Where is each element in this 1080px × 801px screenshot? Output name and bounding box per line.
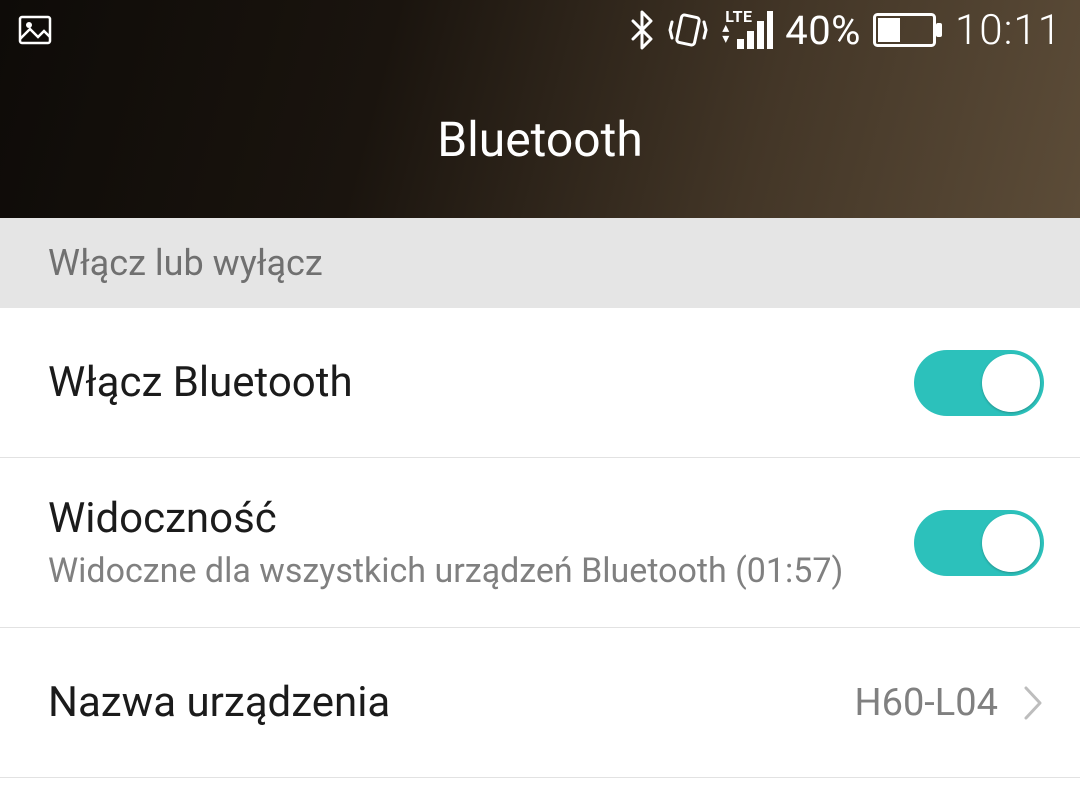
app-header: LTE ▴▾ 40% 10:11 Bluetooth <box>0 0 1080 218</box>
chevron-right-icon <box>1022 684 1044 722</box>
row-enable-bluetooth[interactable]: Włącz Bluetooth <box>0 308 1080 458</box>
row-visibility[interactable]: Widoczność Widoczne dla wszystkich urząd… <box>0 458 1080 628</box>
gallery-icon <box>18 15 52 45</box>
row-visibility-title: Widoczność <box>48 494 890 543</box>
row-device-name[interactable]: Nazwa urządzenia H60-L04 <box>0 628 1080 778</box>
toggle-enable-bluetooth[interactable] <box>914 350 1044 416</box>
battery-percent: 40% <box>785 7 861 54</box>
cellular-signal-icon: LTE ▴▾ <box>721 9 773 51</box>
toggle-knob <box>982 514 1040 572</box>
device-name-value: H60-L04 <box>854 681 998 725</box>
toggle-visibility[interactable] <box>914 510 1044 576</box>
status-bar[interactable]: LTE ▴▾ 40% 10:11 <box>0 0 1080 60</box>
title-area: Bluetooth <box>0 60 1080 218</box>
toggle-knob <box>982 354 1040 412</box>
vibrate-icon <box>667 10 709 50</box>
status-left <box>18 15 52 45</box>
row-visibility-subtitle: Widoczne dla wszystkich urządzeń Bluetoo… <box>48 551 890 591</box>
status-right: LTE ▴▾ 40% 10:11 <box>629 6 1062 55</box>
row-device-name-title: Nazwa urządzenia <box>48 678 830 727</box>
row-enable-title: Włącz Bluetooth <box>48 358 890 407</box>
section-header-toggle: Włącz lub wyłącz <box>0 218 1080 308</box>
clock: 10:11 <box>955 6 1062 55</box>
page-title: Bluetooth <box>437 111 643 168</box>
bluetooth-icon <box>629 10 655 50</box>
battery-icon <box>873 13 943 47</box>
